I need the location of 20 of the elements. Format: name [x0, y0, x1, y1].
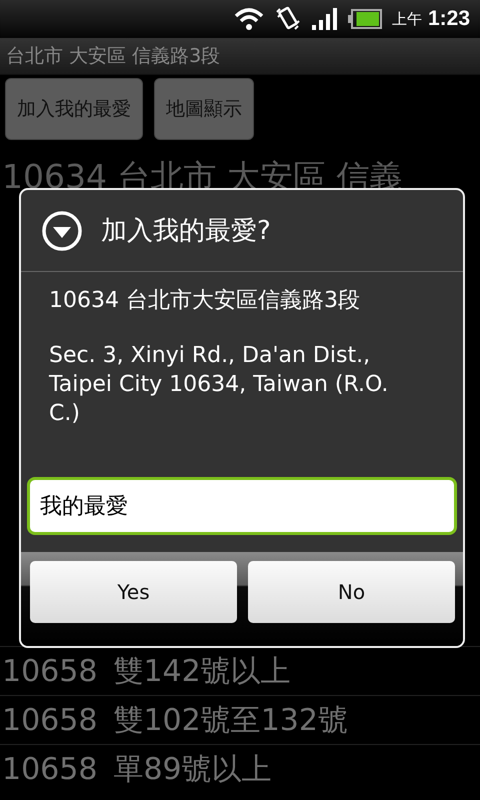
dialog-button[interactable]: Yes	[30, 561, 237, 623]
dialog-title: 加入我的最愛?	[101, 215, 271, 248]
window-title: 台北市 大安區 信義路3段	[6, 44, 220, 69]
number-range: 雙142號以上	[113, 652, 291, 690]
signal-icon	[312, 8, 338, 30]
clock-time: 1:23	[428, 7, 470, 31]
dialog-button[interactable]: No	[248, 561, 455, 623]
caret-down-circle-icon	[41, 210, 83, 252]
wifi-icon	[234, 7, 264, 31]
number-range: 雙102號至132號	[113, 702, 348, 740]
am-pm-label: 上午	[392, 10, 422, 28]
chinese-address: 10634 台北市大安區信義路3段	[49, 287, 361, 315]
battery-icon	[348, 9, 382, 29]
english-address: Sec. 3, Xinyi Rd., Da'an Dist., Taipei City 10634, Taiwan (R.O. C.)	[49, 342, 390, 428]
number-range: 單89號以上	[113, 750, 272, 788]
postal-code: 10658	[2, 752, 98, 786]
postal-code: 10658	[2, 654, 98, 688]
postal-code: 10658	[2, 702, 98, 738]
name-input-field[interactable]: 我的最愛	[27, 477, 457, 535]
vibrate-icon	[274, 6, 302, 32]
